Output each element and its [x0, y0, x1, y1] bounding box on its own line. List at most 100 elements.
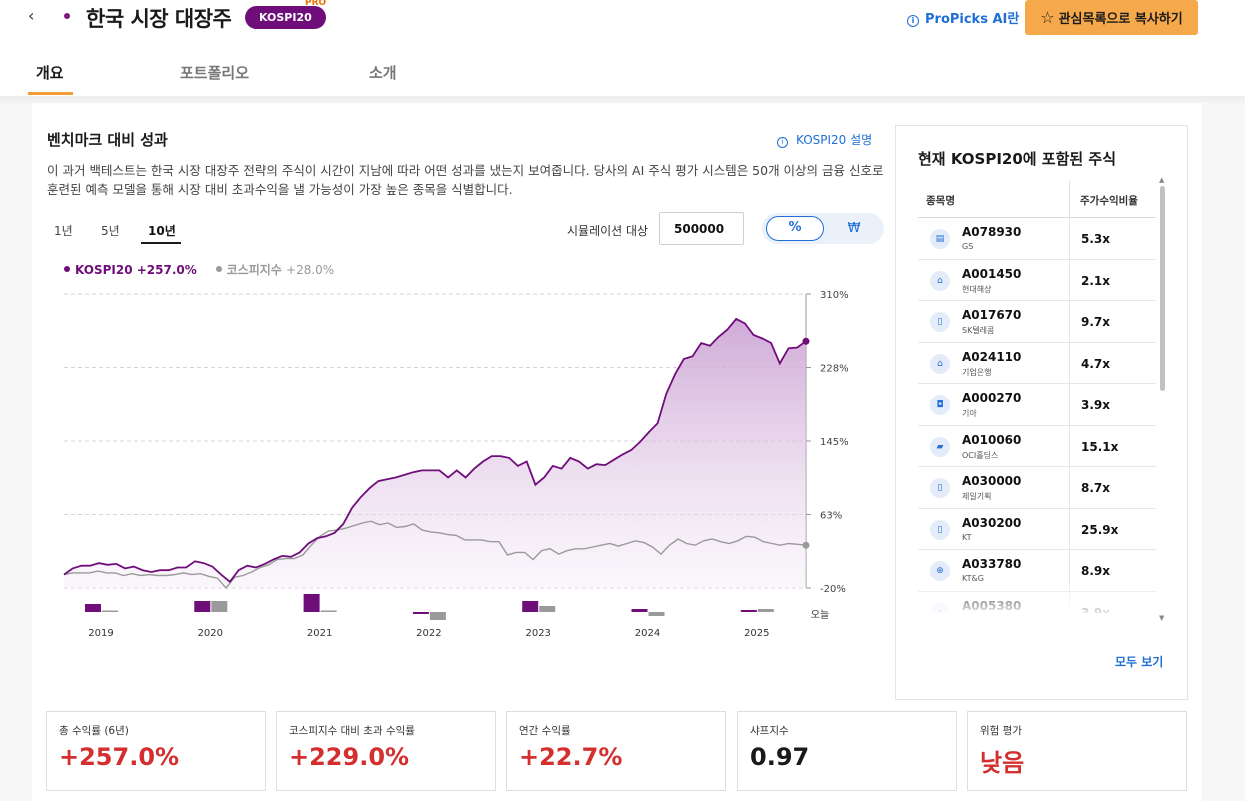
column-header-name: 종목명 — [926, 195, 955, 207]
scroll-up-icon[interactable]: ▲ — [1159, 176, 1164, 184]
constituent-row[interactable]: ▰ A010060 OCI홀딩스 15.1x — [918, 425, 1156, 467]
kospi20-annual-bar — [194, 601, 211, 612]
period-5y[interactable]: 5년 — [101, 222, 120, 239]
copy-button-label: 관심목록으로 복사하기 — [1058, 12, 1183, 27]
propicks-info-link[interactable]: i ProPicks AI란 — [907, 8, 1019, 27]
stock-code: A010060 — [962, 432, 1022, 447]
simulation-amount-input[interactable] — [659, 212, 744, 245]
stat-total-return: 총 수익률 (6년) +257.0% — [46, 711, 266, 791]
constituents-table-header: 종목명 주가수익비율 — [918, 181, 1156, 218]
stat-value: +22.7% — [519, 743, 623, 771]
stat-value: +229.0% — [289, 743, 410, 771]
constituent-row[interactable]: ▯ A017670 SK텔레콤 9.7x — [918, 301, 1156, 343]
scrollbar[interactable]: ▲ ▼ — [1159, 176, 1165, 626]
stat-risk-rating: 위험 평가 낮음 — [967, 711, 1187, 791]
legend-kospi-value: +28.0% — [286, 263, 335, 277]
period-10y[interactable]: 10년 — [148, 222, 176, 239]
pe-ratio: 8.9x — [1081, 564, 1110, 578]
pe-ratio: 5.3x — [1081, 232, 1110, 246]
legend-dot-kospi20 — [64, 266, 70, 272]
stat-annual-return: 연간 수익률 +22.7% — [506, 711, 726, 791]
y-tick-label: 228% — [820, 364, 849, 375]
info-icon: i — [777, 137, 788, 148]
stock-code: A000270 — [962, 391, 1022, 405]
view-all-link[interactable]: 모두 보기 — [1115, 653, 1163, 670]
tab-bar: 개요 포트폴리오 소개 — [0, 50, 1245, 97]
pe-ratio: 3.9x — [1081, 398, 1110, 412]
constituent-row[interactable]: ▯ A030000 제일기획 8.7x — [918, 467, 1156, 509]
kospi20-annual-bar — [85, 604, 101, 612]
stat-label: 코스피지수 대비 초과 수익률 — [289, 725, 415, 737]
constituents-title: 현재 KOSPI20에 포함된 주식 — [918, 150, 1117, 168]
row-divider — [1069, 467, 1070, 509]
star-icon: ☆ — [1040, 8, 1055, 27]
x-axis-label: 2020 — [198, 628, 223, 639]
pe-ratio: 8.7x — [1081, 481, 1110, 495]
chevron-left-icon[interactable]: ‹ — [28, 6, 34, 25]
title-dot — [64, 13, 70, 19]
list-fade — [918, 578, 1156, 614]
stat-sharpe-ratio: 샤프지수 0.97 — [737, 711, 957, 791]
legend-kospi: 코스피지수 +28.0% — [227, 263, 335, 277]
scroll-down-icon[interactable]: ▼ — [1159, 614, 1164, 622]
tab-about[interactable]: 소개 — [369, 62, 397, 83]
stock-name: KT — [962, 532, 972, 542]
copy-to-watchlist-button[interactable]: ☆ 관심목록으로 복사하기 — [1025, 0, 1198, 35]
kospi-annual-bar — [429, 612, 446, 620]
kospi20-annual-bar — [522, 601, 539, 612]
tab-overview[interactable]: 개요 — [36, 62, 64, 83]
row-divider — [1069, 508, 1070, 550]
scrollbar-thumb[interactable] — [1160, 186, 1165, 391]
period-1y[interactable]: 1년 — [54, 222, 73, 239]
kospi-annual-bar — [211, 601, 228, 612]
constituent-row[interactable]: ▯ A030200 KT 25.9x — [918, 508, 1156, 550]
constituents-list[interactable]: ▤ A078930 GS 5.3x ⌂ A001450 현대해상 2.1x ▯ A017670 SK… — [918, 218, 1156, 613]
x-axis-label: 2022 — [416, 628, 441, 639]
phone-icon: ▯ — [930, 519, 950, 540]
kospi-annual-bar — [648, 612, 665, 616]
explain-link-label: KOSPI20 설명 — [796, 133, 873, 147]
stat-label: 위험 평가 — [980, 725, 1022, 737]
legend-kospi20-value: +257.0% — [136, 263, 197, 277]
stock-code: A001450 — [962, 266, 1022, 281]
constituent-row[interactable]: ◘ A000270 기아 3.9x — [918, 384, 1156, 426]
kospi20-end-marker — [802, 337, 810, 345]
legend-kospi-name: 코스피지수 — [226, 263, 282, 277]
tab-portfolio[interactable]: 포트폴리오 — [180, 62, 249, 83]
page-title: 한국 시장 대장주 — [86, 7, 232, 31]
toggle-won[interactable]: ₩ — [828, 216, 880, 241]
today-label: 오늘 — [811, 609, 829, 621]
shopping-bag-icon: ◘ — [930, 395, 950, 415]
constituent-row[interactable]: ⌂ A024110 기업은행 4.7x — [918, 342, 1156, 384]
simulation-label: 시뮬레이션 대상 — [567, 224, 649, 238]
benchmark-description: 이 과거 백테스트는 한국 시장 대장주 전략의 주식이 시간이 지남에 따라 … — [47, 163, 884, 197]
constituent-row[interactable]: ⌂ A001450 현대해상 2.1x — [918, 259, 1156, 301]
kospi-annual-bar — [320, 610, 337, 612]
kospi-annual-bar — [539, 606, 556, 612]
stat-value: +257.0% — [59, 743, 180, 771]
stock-name: GS — [962, 242, 974, 251]
phone-icon: ▯ — [930, 312, 950, 332]
x-axis-label: 2019 — [88, 628, 113, 639]
stock-code: A024110 — [962, 349, 1022, 364]
kospi20-explain-link[interactable]: i KOSPI20 설명 — [777, 131, 872, 148]
performance-chart: 310% 228% 145% 63% -20% 2019 2020 2021 2022 2023… — [63, 290, 849, 639]
x-axis-label: 2023 — [525, 628, 550, 639]
legend-kospi20: KOSPI20 +257.0% — [75, 263, 197, 277]
y-tick-label: -20% — [820, 584, 846, 595]
y-tick-label: 310% — [820, 290, 849, 301]
constituent-row[interactable]: ▤ A078930 GS 5.3x — [918, 218, 1156, 260]
legend-kospi20-name: KOSPI20 — [75, 263, 133, 277]
benchmark-title: 벤치마크 대비 성과 — [47, 131, 168, 149]
stock-code: A033780 — [962, 557, 1022, 571]
pe-ratio: 4.7x — [1081, 356, 1110, 371]
kospi-annual-bar — [757, 609, 774, 612]
row-divider — [1069, 384, 1070, 426]
stock-code: A030200 — [962, 515, 1022, 530]
stock-name: 제일기획 — [962, 492, 992, 501]
column-header-pe: 주가수익비율 — [1080, 195, 1138, 207]
bank-icon: ⌂ — [930, 270, 950, 291]
y-tick-label: 63% — [820, 511, 842, 522]
propicks-link-label: ProPicks AI란 — [925, 12, 1020, 27]
toggle-percent[interactable]: % — [766, 216, 824, 241]
